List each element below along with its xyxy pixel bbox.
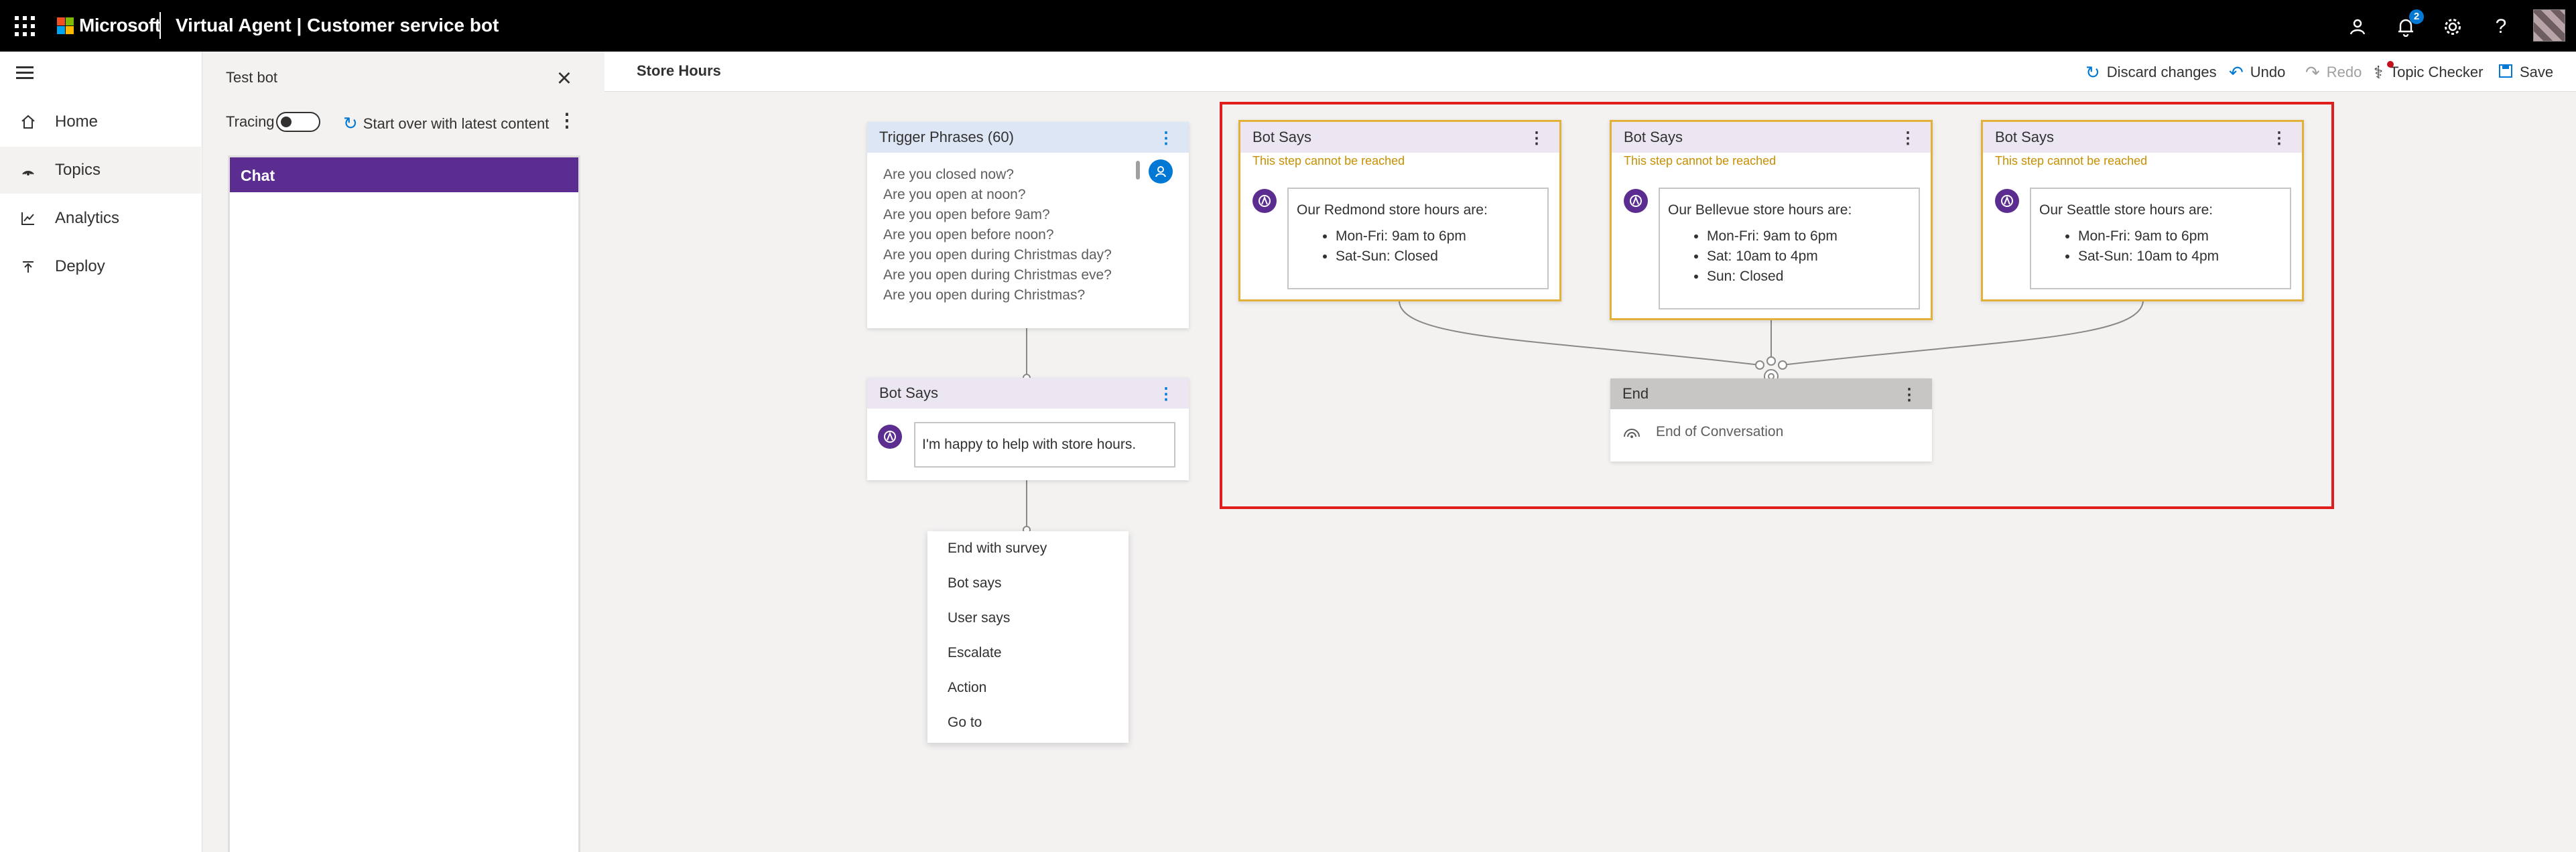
- trigger-phrase: Are you open during Christmas day?: [883, 247, 1112, 263]
- node-menu-icon[interactable]: ⋮: [1158, 384, 1174, 404]
- tracing-toggle[interactable]: [276, 112, 320, 132]
- more-options-icon[interactable]: ⋮: [558, 109, 576, 133]
- menu-item-end-with-survey[interactable]: End with survey: [927, 531, 1129, 566]
- menu-item-go-to[interactable]: Go to: [927, 705, 1129, 740]
- settings-gear-icon[interactable]: [2438, 12, 2467, 42]
- node-title: Trigger Phrases (60): [879, 129, 1014, 145]
- app-launcher-icon[interactable]: [15, 16, 35, 36]
- node-header: Trigger Phrases (60) ⋮: [867, 122, 1189, 153]
- trigger-phrase: Are you closed now?: [883, 167, 1014, 182]
- node-header: Bot Says ⋮: [867, 378, 1189, 409]
- node-menu-icon[interactable]: ⋮: [1158, 129, 1174, 148]
- trigger-phrase: Are you open before noon?: [883, 227, 1054, 242]
- nav-item-home[interactable]: Home: [0, 98, 201, 145]
- message-textbox[interactable]: I'm happy to help with store hours.: [914, 422, 1175, 468]
- start-over-label: Start over with latest content: [363, 115, 550, 132]
- top-bar: Microsoft Virtual Agent | Customer servi…: [0, 0, 2576, 52]
- nav-item-label: Deploy: [55, 257, 105, 275]
- trigger-phrase: Are you open at noon?: [883, 187, 1026, 202]
- user-icon: [1149, 159, 1173, 184]
- tracing-label: Tracing: [226, 113, 275, 130]
- nav-item-label: Topics: [55, 161, 101, 179]
- refresh-icon: ↻: [343, 113, 358, 133]
- trigger-phrase: Are you open during Christmas?: [883, 287, 1086, 303]
- hamburger-menu-icon[interactable]: [16, 66, 34, 80]
- node-title: Bot Says: [879, 384, 939, 401]
- trigger-phrase-list: Are you closed now? Are you open at noon…: [867, 153, 1189, 317]
- app-title[interactable]: Virtual Agent | Customer service bot: [176, 15, 499, 36]
- test-bot-title: Test bot: [226, 69, 278, 86]
- nav-item-label: Analytics: [55, 209, 120, 227]
- chat-panel: Chat: [228, 155, 580, 852]
- menu-item-user-says[interactable]: User says: [927, 601, 1129, 636]
- chat-header: Chat: [230, 157, 578, 192]
- bot-says-node[interactable]: Bot Says ⋮ I'm happy to help with store …: [867, 378, 1189, 480]
- topics-icon: [19, 161, 38, 180]
- trigger-phrases-node[interactable]: Trigger Phrases (60) ⋮ Are you closed no…: [867, 122, 1189, 328]
- divider: [159, 12, 161, 39]
- bot-avatar-icon: [878, 425, 902, 449]
- menu-item-action[interactable]: Action: [927, 670, 1129, 705]
- close-icon[interactable]: ×: [551, 66, 578, 93]
- deploy-icon: [19, 257, 38, 276]
- user-feedback-icon[interactable]: [2343, 12, 2372, 42]
- menu-item-escalate[interactable]: Escalate: [927, 636, 1129, 670]
- nav-item-analytics[interactable]: Analytics: [0, 195, 201, 242]
- highlight-box: [1220, 102, 2334, 509]
- trigger-phrase: Are you open before 9am?: [883, 207, 1050, 222]
- add-node-menu: End with survey Bot says User says Escal…: [927, 531, 1129, 743]
- nav-item-topics[interactable]: Topics: [0, 147, 201, 194]
- user-avatar[interactable]: [2533, 9, 2565, 42]
- trigger-phrase: Are you open during Christmas eve?: [883, 267, 1112, 283]
- left-navigation: Home Topics Analytics Deploy: [0, 52, 202, 852]
- brand-name: Microsoft: [79, 15, 161, 36]
- home-icon: [19, 113, 38, 131]
- test-bot-panel: Test bot × Tracing ↻ Start over with lat…: [202, 52, 604, 852]
- menu-item-bot-says[interactable]: Bot says: [927, 566, 1129, 601]
- microsoft-logo-icon: [57, 17, 74, 34]
- scrollbar[interactable]: [1136, 161, 1140, 180]
- nav-item-deploy[interactable]: Deploy: [0, 243, 201, 290]
- analytics-icon: [19, 209, 38, 228]
- authoring-canvas: Store Hours ↻ Discard changes ↶ Undo ↷ R…: [604, 52, 2576, 852]
- notification-badge: 2: [2409, 9, 2424, 24]
- start-over-button[interactable]: ↻ Start over with latest content: [343, 113, 549, 134]
- help-icon[interactable]: ?: [2486, 12, 2516, 42]
- nav-item-label: Home: [55, 113, 99, 131]
